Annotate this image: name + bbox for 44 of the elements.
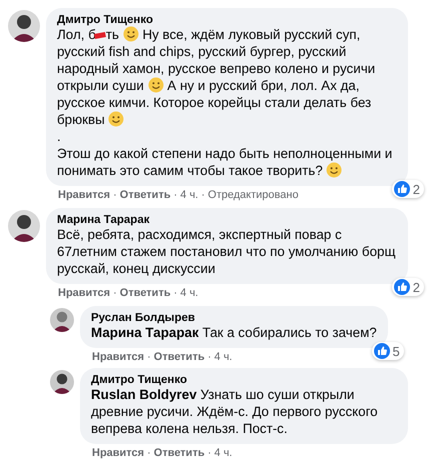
like-icon [394, 181, 410, 197]
edited-label: Отредактировано [208, 189, 298, 201]
separator-dot: · [147, 351, 151, 363]
separator-dot: · [147, 447, 151, 459]
avatar[interactable] [50, 308, 74, 332]
timestamp: 4 ч. [180, 287, 198, 299]
smile-emoji-icon [148, 77, 164, 93]
separator-dot: · [113, 287, 117, 299]
like-icon [374, 343, 390, 359]
avatar[interactable] [8, 10, 40, 42]
reply-link[interactable]: Ответить [120, 287, 171, 299]
author-name[interactable]: Марина Тарарак [57, 214, 397, 226]
separator-dot: · [113, 189, 117, 201]
reaction-badge[interactable]: 2 [392, 180, 424, 198]
comment-text: Всё, ребята, расходимся, экспертный повар с 67летним стажем постановил что по умолчанию борщ русскай, конец дискуссии [57, 226, 397, 277]
comment-text: Марина Тарарак Так а собирались то зачем? [91, 324, 377, 341]
like-link[interactable]: Нравится [92, 447, 144, 459]
separator-dot: · [208, 351, 212, 363]
author-name[interactable]: Дмитро Тищенко [57, 14, 397, 26]
reaction-badge[interactable]: 2 [392, 278, 424, 296]
like-link[interactable]: Нравится [92, 351, 144, 363]
author-name[interactable]: Руслан Болдырев [91, 312, 377, 324]
censor-scribble-icon [94, 30, 106, 40]
smile-emoji-icon [326, 162, 342, 178]
timestamp: 4 ч. [180, 189, 198, 201]
smile-emoji-icon [122, 26, 139, 42]
smile-emoji-icon [108, 111, 124, 127]
separator-dot: · [201, 189, 205, 201]
timestamp: 4 ч. [214, 351, 232, 363]
like-link[interactable]: Нравится [58, 189, 110, 201]
separator-dot: · [208, 447, 212, 459]
like-icon [394, 279, 410, 295]
avatar[interactable] [50, 370, 74, 394]
reply-link[interactable]: Ответить [120, 189, 171, 201]
timestamp: 4 ч. [214, 447, 232, 459]
reply-link[interactable]: Ответить [154, 447, 205, 459]
like-link[interactable]: Нравится [58, 287, 110, 299]
reply-link[interactable]: Ответить [154, 351, 205, 363]
separator-dot: · [174, 287, 178, 299]
reaction-badge[interactable]: 5 [372, 342, 404, 360]
separator-dot: · [174, 189, 178, 201]
avatar[interactable] [8, 210, 40, 242]
author-name[interactable]: Дмитро Тищенко [91, 374, 397, 386]
comment-text: Ruslan Boldyrev Узнать шо суши открыли древние русичи. Ждём-с. До первого русского вепрева колена нельзя. Пост-с. [91, 386, 379, 437]
